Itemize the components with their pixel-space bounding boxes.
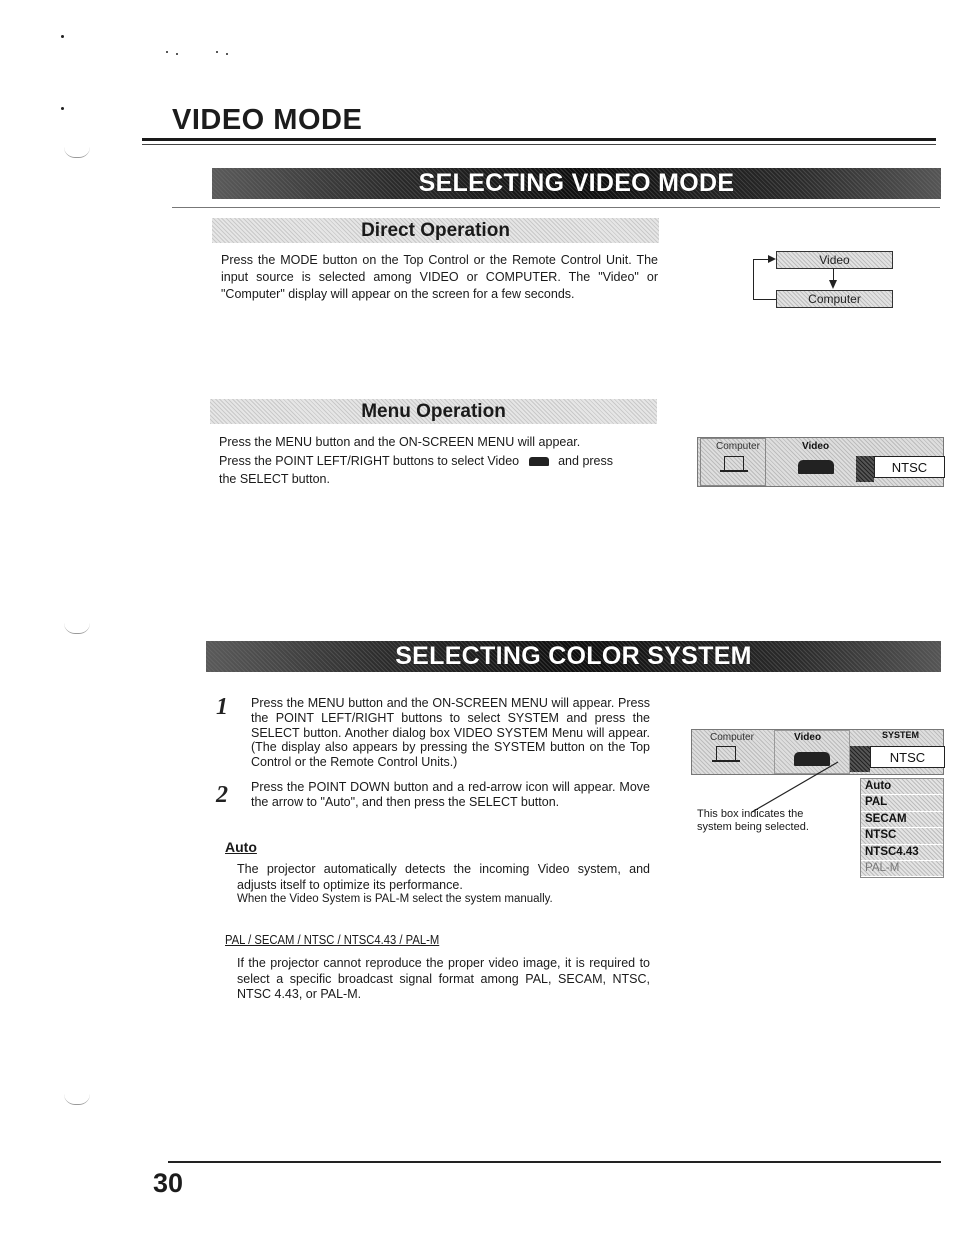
osd-tab-computer: Computer [710, 732, 754, 743]
flow-return-line [753, 259, 754, 300]
step-number: 2 [216, 782, 228, 808]
video-mode-banner-text: SELECTING VIDEO MODE [418, 169, 735, 197]
title-rule [142, 138, 936, 141]
video-mode-banner: SELECTING VIDEO MODE [212, 168, 941, 199]
flow-computer-label: Computer [808, 292, 861, 306]
system-option-ntsc[interactable]: NTSC [861, 828, 943, 845]
scan-speck [216, 51, 218, 53]
direct-operation-text: Press the MODE button on the Top Control… [221, 253, 658, 301]
computer-icon-base [720, 470, 748, 472]
flow-computer-box: Computer [776, 290, 893, 308]
osd-value-box: NTSC [874, 456, 945, 478]
osd-indicator [850, 746, 870, 772]
flow-return-line [753, 299, 776, 300]
menu-operation-line3: the SELECT button. [219, 472, 330, 486]
binding-hole-mark [64, 147, 90, 158]
auto-note: When the Video System is PAL-M select th… [237, 893, 553, 905]
menu-operation-heading: Menu Operation [210, 399, 657, 424]
auto-description: The projector automatically detects the … [237, 862, 650, 892]
system-option-ntsc443[interactable]: NTSC4.43 [861, 844, 943, 861]
menu-operation-line2: Press the POINT LEFT/RIGHT buttons to se… [219, 452, 656, 471]
binding-hole-mark [64, 1094, 90, 1105]
footer-rule [168, 1161, 941, 1163]
manual-systems-description: If the projector cannot reproduce the pr… [237, 956, 650, 1001]
step-text: Press the POINT DOWN button and a red-ar… [251, 780, 650, 809]
color-system-banner: SELECTING COLOR SYSTEM [206, 641, 941, 672]
step-text: Press the MENU button and the ON-SCREEN … [251, 696, 650, 770]
flow-video-box: Video [776, 251, 893, 269]
scan-speck [166, 51, 168, 53]
osd-value-box: NTSC [870, 746, 945, 768]
callout-caption: This box indicates the system being sele… [697, 808, 809, 833]
computer-icon [716, 746, 736, 761]
osd-tab-system: SYSTEM [882, 730, 920, 740]
page-title: VIDEO MODE [172, 104, 363, 136]
scan-speck [226, 53, 228, 55]
arrow-down-icon [829, 280, 837, 289]
menu-operation-heading-text: Menu Operation [361, 400, 506, 422]
vcr-icon [798, 460, 834, 474]
menu-operation-line2-b: and press [558, 453, 614, 468]
vcr-icon [528, 456, 549, 466]
system-option-pal-m[interactable]: PAL-M [861, 860, 943, 878]
osd-tab-video: Video [802, 441, 830, 452]
system-option-secam[interactable]: SECAM [861, 811, 943, 829]
callout-pointer [751, 761, 839, 813]
system-option-auto[interactable]: Auto [861, 779, 943, 796]
callout-pointer-line [751, 761, 839, 813]
computer-icon [724, 456, 744, 471]
manual-systems-heading: PAL / SECAM / NTSC / NTSC4.43 / PAL-M [225, 933, 440, 947]
direct-operation-heading-text: Direct Operation [361, 219, 510, 241]
menu-operation-text: Press the MENU button and the ON-SCREEN … [219, 433, 656, 489]
flow-return-line [753, 259, 769, 260]
menu-operation-line1: Press the MENU button and the ON-SCREEN … [219, 435, 581, 449]
step-number: 1 [216, 694, 228, 720]
page-number: 30 [153, 1168, 184, 1198]
menu-operation-line2-a: Press the POINT LEFT/RIGHT buttons to se… [219, 453, 520, 468]
color-system-banner-text: SELECTING COLOR SYSTEM [395, 642, 752, 670]
osd-indicator [856, 456, 874, 482]
scan-speck [176, 53, 178, 55]
scan-speck [61, 35, 64, 38]
title-rule-thin [142, 144, 936, 145]
osd-value: NTSC [891, 459, 928, 475]
banner-underline [172, 207, 940, 208]
binding-hole-mark [64, 623, 90, 634]
system-options-list: Auto PAL SECAM NTSC NTSC4.43 PAL-M [860, 778, 944, 879]
osd-value: NTSC [889, 749, 926, 765]
scan-speck [61, 107, 64, 110]
flow-video-label: Video [819, 253, 850, 267]
auto-heading: Auto [225, 839, 257, 855]
system-option-pal[interactable]: PAL [861, 795, 943, 812]
direct-operation-heading: Direct Operation [212, 218, 659, 243]
computer-icon-base [712, 760, 740, 762]
arrow-right-icon [768, 255, 776, 263]
onscreen-menu-bar: Computer Video NTSC [697, 437, 945, 487]
